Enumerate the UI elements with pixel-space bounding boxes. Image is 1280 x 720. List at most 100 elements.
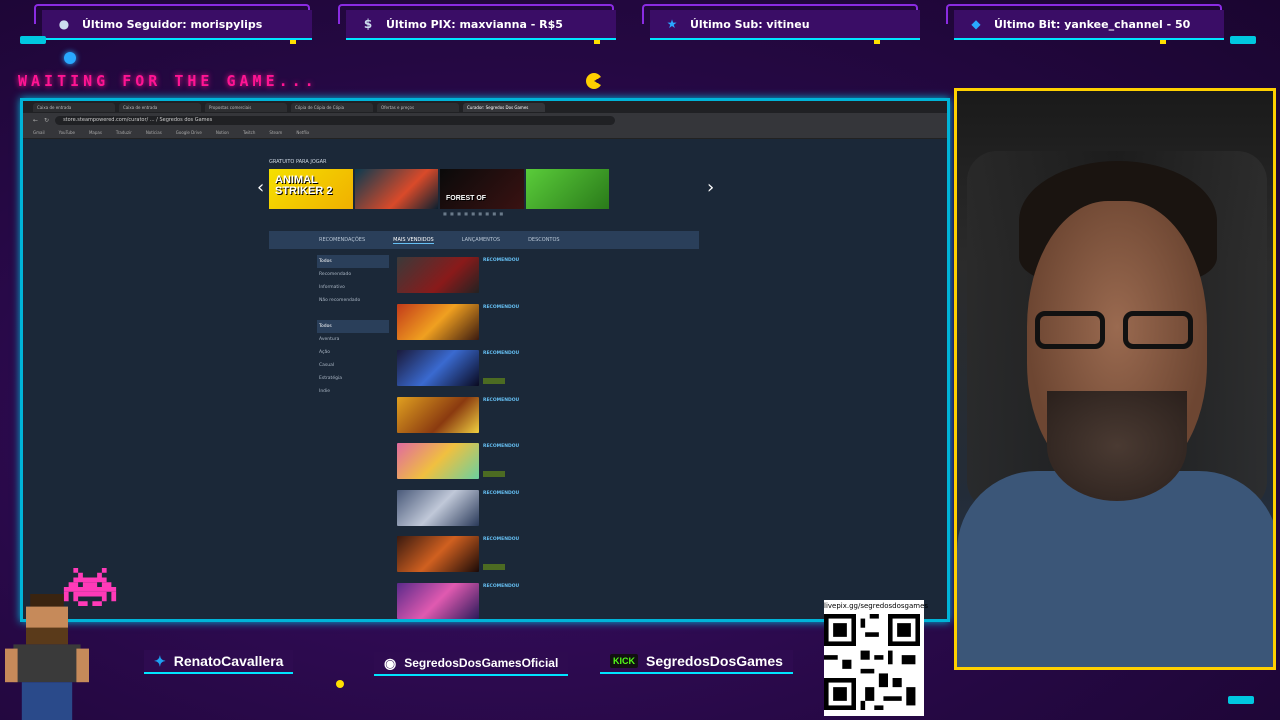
neon-dot (874, 40, 880, 44)
bookmark-item[interactable]: Steam (269, 130, 282, 135)
game-capsule[interactable]: FOREST OF (440, 169, 524, 209)
bookmark-item[interactable]: Notion (216, 130, 229, 135)
review-row[interactable]: RECOMENDOU (397, 439, 652, 486)
tab-top-sellers[interactable]: MAIS VENDIDOS (393, 237, 434, 244)
waiting-text: WAITING FOR THE GAME... (18, 72, 318, 90)
game-capsule[interactable]: ANIMAL STRIKER 2 (269, 169, 353, 209)
filter-item[interactable]: Ação (317, 346, 389, 359)
recommended-label: RECOMENDOU (483, 304, 520, 310)
game-thumbnail[interactable] (397, 396, 479, 433)
steam-curator-page: GRATUITO PARA JOGAR ‹ ANIMAL STRIKER 2 F… (23, 139, 947, 619)
filter-item[interactable]: Aventura (317, 333, 389, 346)
filter-spacer (317, 307, 389, 320)
review-row[interactable]: RECOMENDOU (397, 346, 652, 393)
last-sub-badge: ★ Último Sub: vitineu (650, 10, 920, 40)
screen-capture-frame: Caixa de entrada Caixa de entrada Propos… (20, 98, 950, 622)
capsule-title: FOREST OF (446, 195, 487, 202)
review-row[interactable]: RECOMENDOU (397, 253, 652, 300)
filter-item[interactable]: Indie (317, 385, 389, 398)
browser-tab[interactable]: Propostas comerciais (205, 102, 287, 112)
kick-username: SegredosDosGames (646, 653, 783, 669)
filter-sidebar: Todos Recomendado Informativo Não recome… (317, 255, 389, 398)
star-icon: ★ (666, 17, 678, 31)
game-thumbnail[interactable] (397, 489, 479, 526)
game-capsule[interactable] (525, 169, 609, 209)
last-pix-badge: $ Último PIX: maxvianna - R$5 (346, 10, 616, 40)
recommended-label: RECOMENDOU (483, 258, 520, 263)
instagram-username: SegredosDosGamesOficial (404, 656, 559, 670)
user-icon: ● (58, 17, 70, 31)
review-row[interactable]: RECOMENDOU (397, 532, 652, 579)
dollar-icon: $ (363, 17, 373, 31)
browser-tab[interactable]: Cópia de Cópia de Cópia (291, 102, 373, 112)
pixel-character-icon (5, 594, 89, 720)
game-thumbnail[interactable] (397, 350, 479, 386)
review-tag (483, 378, 505, 384)
orb-decoration (64, 52, 76, 64)
filter-item[interactable]: Recomendado (317, 268, 389, 281)
game-thumbnail[interactable] (397, 443, 479, 479)
url-input[interactable]: store.steampowered.com/curator/ ... / Se… (55, 115, 616, 125)
bookmark-item[interactable]: Mapas (89, 130, 102, 135)
game-thumbnail[interactable] (397, 536, 479, 572)
review-row[interactable]: RECOMENDOU (397, 300, 652, 347)
neon-dot (1160, 40, 1166, 44)
reload-icon[interactable]: ↻ (44, 117, 49, 124)
recommended-label: RECOMENDOU (483, 490, 520, 496)
game-thumbnail[interactable] (397, 257, 479, 293)
free-to-play-label: GRATUITO PARA JOGAR (269, 159, 327, 165)
twitter-username: RenatoCavallera (173, 653, 284, 669)
review-text: RECOMENDOU (483, 583, 643, 590)
recommended-label: RECOMENDOU (483, 537, 520, 542)
bookmark-item[interactable]: Google Drive (176, 130, 202, 135)
browser-tab[interactable]: Caixa de entrada (33, 102, 115, 112)
last-pix-label: Último PIX: maxvianna - R$5 (386, 17, 563, 31)
last-bit-badge: ◆ Último Bit: yankee_channel - 50 (954, 10, 1224, 40)
top-alerts-bar: ● Último Seguidor: morispylips $ Último … (0, 0, 1280, 48)
browser-tab[interactable]: Caixa de entrada (119, 102, 201, 112)
tab-recommendations[interactable]: RECOMENDAÇÕES (319, 237, 365, 243)
bookmark-item[interactable]: Traduzir (116, 130, 132, 135)
filter-item[interactable]: Todos (317, 320, 389, 333)
back-icon[interactable]: ← (33, 117, 38, 124)
review-row[interactable]: RECOMENDOU (397, 393, 652, 440)
filter-item[interactable]: Não recomendado (317, 294, 389, 307)
review-row[interactable]: RECOMENDOU (397, 486, 652, 533)
game-capsule[interactable] (354, 169, 438, 209)
recommended-label: RECOMENDOU (483, 583, 520, 589)
neon-bar (1228, 696, 1254, 704)
livepix-qr-card: livepix.gg/segredosdosgames (824, 600, 928, 716)
game-thumbnail[interactable] (397, 303, 479, 340)
address-bar-row: ← ↻ store.steampowered.com/curator/ ... … (23, 113, 947, 127)
bookmark-item[interactable]: Twitch (243, 130, 255, 135)
bookmark-item[interactable]: Gmail (33, 130, 45, 135)
game-thumbnail[interactable] (397, 582, 479, 619)
bookmark-item[interactable]: Netflix (296, 130, 309, 135)
review-row[interactable]: RECOMENDOU (397, 579, 652, 620)
filter-item[interactable]: Todos (317, 255, 389, 268)
browser-tab[interactable]: Ofertas e preços (377, 102, 459, 112)
curator-review-list: RECOMENDOU RECOMENDOU RECOMENDOU RECOMEN… (397, 253, 652, 619)
carousel-next-icon[interactable]: › (707, 177, 714, 198)
twitter-handle: ✦ RenatoCavallera (144, 650, 294, 674)
filter-item[interactable]: Informativo (317, 281, 389, 294)
filter-item[interactable]: Estratégia (317, 372, 389, 385)
carousel-prev-icon[interactable]: ‹ (257, 177, 264, 198)
free-games-carousel: ANIMAL STRIKER 2 FOREST OF (269, 169, 609, 209)
tab-new-releases[interactable]: LANÇAMENTOS (462, 237, 500, 243)
review-text: RECOMENDOU (483, 350, 643, 357)
filter-item[interactable]: Casual (317, 359, 389, 372)
bookmark-item[interactable]: YouTube (59, 130, 75, 135)
review-text: RECOMENDOU (483, 397, 643, 404)
carousel-dots: ■ ■ ■ ■ ■ ■ ■ ■ ■ (443, 211, 505, 216)
bookmarks-bar: Gmail YouTube Mapas Traduzir Notícias Go… (23, 127, 947, 139)
pacman-icon (586, 73, 602, 89)
last-bit-label: Último Bit: yankee_channel - 50 (994, 17, 1191, 31)
recommended-label: RECOMENDOU (483, 397, 520, 403)
review-text: RECOMENDOU (483, 257, 643, 264)
browser-tab-active[interactable]: Curador: Segredos Dos Games (463, 102, 545, 112)
neon-dot (336, 680, 344, 688)
bookmark-item[interactable]: Notícias (146, 130, 162, 135)
kick-icon: KICK (610, 654, 638, 668)
tab-discounts[interactable]: DESCONTOS (528, 237, 560, 243)
